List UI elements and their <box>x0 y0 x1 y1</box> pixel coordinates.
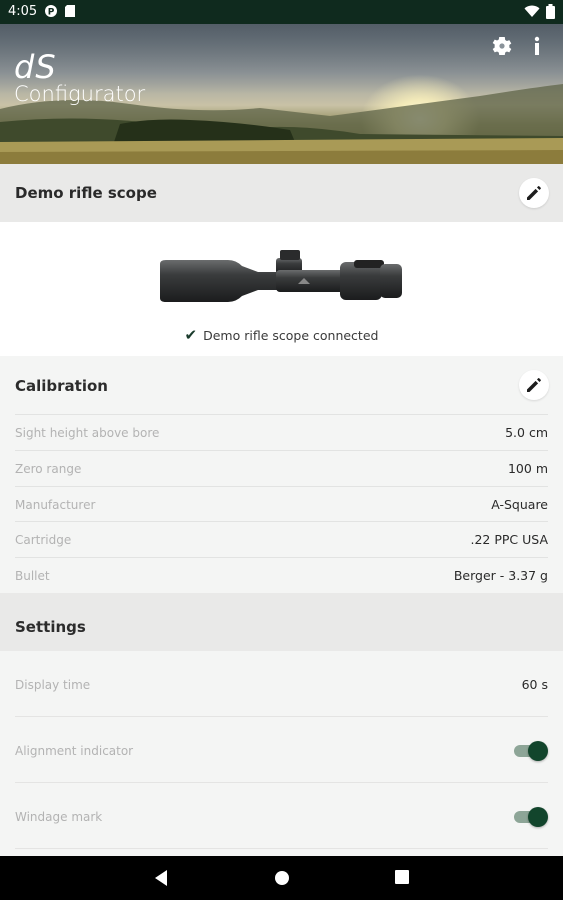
setting-display-time[interactable]: Display time 60 s <box>15 651 548 717</box>
device-section-header: Demo rifle scope <box>0 164 563 222</box>
status-time: 4:05 <box>8 4 38 19</box>
settings-title: Settings <box>15 618 86 636</box>
calibration-row-zero-range: Zero range 100 m <box>15 450 548 485</box>
app-title: Configurator <box>14 82 146 106</box>
calibration-row-sight-height: Sight height above bore 5.0 cm <box>15 414 548 449</box>
row-label: Sight height above bore <box>15 426 160 440</box>
info-icon[interactable] <box>533 36 557 60</box>
setting-windage-mark: Windage mark <box>15 783 548 849</box>
recents-button[interactable] <box>394 869 412 887</box>
setting-label: Alignment indicator <box>15 744 134 758</box>
svg-text:P: P <box>48 8 55 18</box>
calibration-title: Calibration <box>15 377 108 395</box>
wifi-icon <box>524 5 540 21</box>
connection-status: ✔ Demo rifle scope connected <box>0 326 563 344</box>
pencil-icon <box>527 186 541 200</box>
back-triangle-icon <box>155 870 167 886</box>
sd-card-icon <box>64 4 76 21</box>
calibration-row-bullet: Bullet Berger - 3.37 g <box>15 557 548 592</box>
home-circle-icon <box>275 871 289 885</box>
setting-label: Windage mark <box>15 810 103 824</box>
pencil-icon <box>527 378 541 392</box>
setting-label: Display time <box>15 678 91 692</box>
row-label: Bullet <box>15 569 50 583</box>
gear-icon[interactable] <box>492 36 516 60</box>
notification-p-icon: P <box>44 4 58 21</box>
connection-status-text: Demo rifle scope connected <box>203 328 379 343</box>
row-label: Manufacturer <box>15 498 96 512</box>
setting-value: 60 s <box>521 677 548 692</box>
settings-list: Display time 60 s Alignment indicator Wi… <box>0 651 563 856</box>
row-label: Cartridge <box>15 533 72 547</box>
edit-calibration-button[interactable] <box>519 370 549 400</box>
row-label: Zero range <box>15 462 82 476</box>
brand-logo-ds: dS <box>14 48 57 86</box>
rifle-scope-image <box>160 250 402 302</box>
alignment-indicator-toggle[interactable] <box>514 741 548 761</box>
row-value: .22 PPC USA <box>470 532 549 547</box>
back-button[interactable] <box>153 869 171 887</box>
calibration-section: Calibration Sight height above bore 5.0 … <box>0 356 563 593</box>
edit-device-button[interactable] <box>519 178 549 208</box>
row-value: 5.0 cm <box>505 425 548 440</box>
device-panel: ✔ Demo rifle scope connected <box>0 222 563 356</box>
toggle-thumb <box>528 741 548 761</box>
status-bar: 4:05 P <box>0 0 563 24</box>
calibration-row-cartridge: Cartridge .22 PPC USA <box>15 521 548 556</box>
settings-section-header: Settings <box>0 593 563 651</box>
row-value: Berger - 3.37 g <box>453 568 548 583</box>
row-value: A-Square <box>491 497 548 512</box>
calibration-row-manufacturer: Manufacturer A-Square <box>15 486 548 521</box>
device-title: Demo rifle scope <box>15 184 157 202</box>
windage-mark-toggle[interactable] <box>514 807 548 827</box>
setting-alignment-indicator: Alignment indicator <box>15 717 548 783</box>
system-nav-bar <box>0 856 563 900</box>
toggle-thumb <box>528 807 548 827</box>
home-button[interactable] <box>273 869 291 887</box>
recents-square-icon <box>395 870 409 884</box>
battery-icon <box>546 4 555 22</box>
row-value: 100 m <box>507 461 548 476</box>
hero-header: dS Configurator <box>0 24 563 164</box>
checkmark-icon: ✔ <box>184 326 198 344</box>
